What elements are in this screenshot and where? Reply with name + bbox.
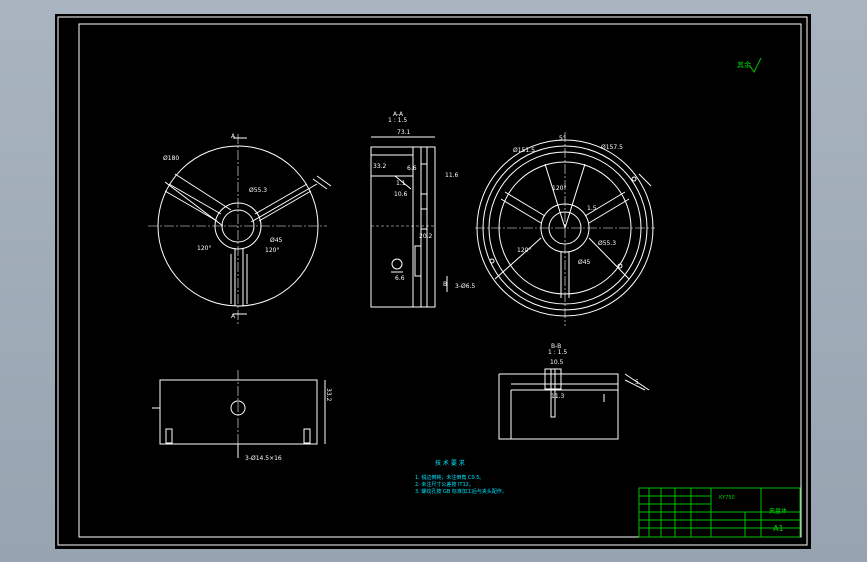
detail-scale: 1 : 1.5 (548, 349, 567, 356)
front-dia-hub: Ø45 (270, 237, 283, 244)
right-dia-outer-ring: Ø157.5 (601, 144, 623, 151)
outer-frame (57, 16, 808, 546)
front-view: A A Ø180 Ø55.3 Ø45 120° 120° (148, 133, 332, 324)
bottom-view: 33.2 3-Ø14.5×16 (152, 370, 332, 462)
roughness-mark: 其余 (737, 57, 762, 73)
bottom-height-dim: 33.2 (325, 388, 332, 402)
title-part-name: 夹盘体 (769, 507, 787, 515)
section-width-dim: 73.1 (397, 129, 411, 136)
detail-dim-bottom: 11.3 (551, 393, 565, 400)
right-dia-hub: Ø45 (578, 259, 591, 266)
drawing-viewport[interactable]: A A Ø180 Ø55.3 Ø45 120° 120° A-A 1 : 1.5… (55, 14, 811, 549)
front-angle-left: 120° (197, 245, 211, 252)
section-dim-c: 11.6 (445, 172, 459, 179)
right-angle-mid: 120° (517, 247, 531, 254)
title-sheet-size: A1 (773, 524, 784, 533)
title-drawing-code: KY750 (719, 495, 735, 501)
section-view: A-A 1 : 1.5 73.1 33.2 6.6 11.6 1.1 10.6 … (370, 111, 459, 308)
bottom-holes: 3-Ø14.5×16 (245, 455, 282, 462)
section-dim-a: 33.2 (373, 163, 387, 170)
right-dia-inner-ring: Ø151.5 (513, 147, 535, 154)
front-dia-bore: Ø55.3 (249, 187, 267, 194)
section-dim-e: 10.6 (394, 191, 408, 198)
section-dim-f: 20.2 (419, 233, 433, 240)
right-holes: 3-Ø6.5 (455, 283, 475, 290)
section-scale: 1 : 1.5 (388, 117, 407, 124)
notes-title: 技 术 要 求 (435, 459, 465, 467)
cad-drawing: A A Ø180 Ø55.3 Ø45 120° 120° A-A 1 : 1.5… (57, 16, 808, 546)
notes-item-3: 3. 螺纹孔按 GB 标准加工后与夹头配作。 (415, 488, 507, 495)
notes-item-1: 1. 锐边倒钝，未注倒角 C0.5。 (415, 474, 484, 481)
front-dia-outer: Ø180 (163, 155, 179, 162)
section-dim-g: 6.6 (395, 275, 405, 282)
detail-dim-top: 10.5 (550, 359, 564, 366)
notes-item-2: 2. 未注尺寸公差按 IT12。 (415, 481, 474, 488)
section-dim-b: 6.6 (407, 165, 417, 172)
front-section-mark-top: A (231, 133, 236, 140)
right-dia-bore: Ø55.3 (598, 240, 616, 247)
section-mark-b: B (443, 281, 447, 288)
detail-view: B-B 1 : 1.5 10.5 11.3 5 (498, 343, 650, 440)
technical-notes: 技 术 要 求 1. 锐边倒钝，未注倒角 C0.5。 2. 未注尺寸公差按 IT… (415, 459, 507, 495)
right-angle-top: 5° (559, 135, 566, 142)
title-block: KY750 夹盘体 A1 (638, 487, 801, 538)
section-dim-d: 1.1 (396, 180, 406, 187)
right-view: Ø151.5 Ø157.5 5° 120° 120° Ø55.3 Ø45 1.5… (455, 132, 655, 326)
section-outline (370, 146, 436, 308)
front-angle-right: 120° (265, 247, 279, 254)
svg-text:其余: 其余 (737, 60, 751, 69)
right-angle-left: 120° (552, 185, 566, 192)
right-slot-dim: 1.5 (587, 205, 597, 212)
